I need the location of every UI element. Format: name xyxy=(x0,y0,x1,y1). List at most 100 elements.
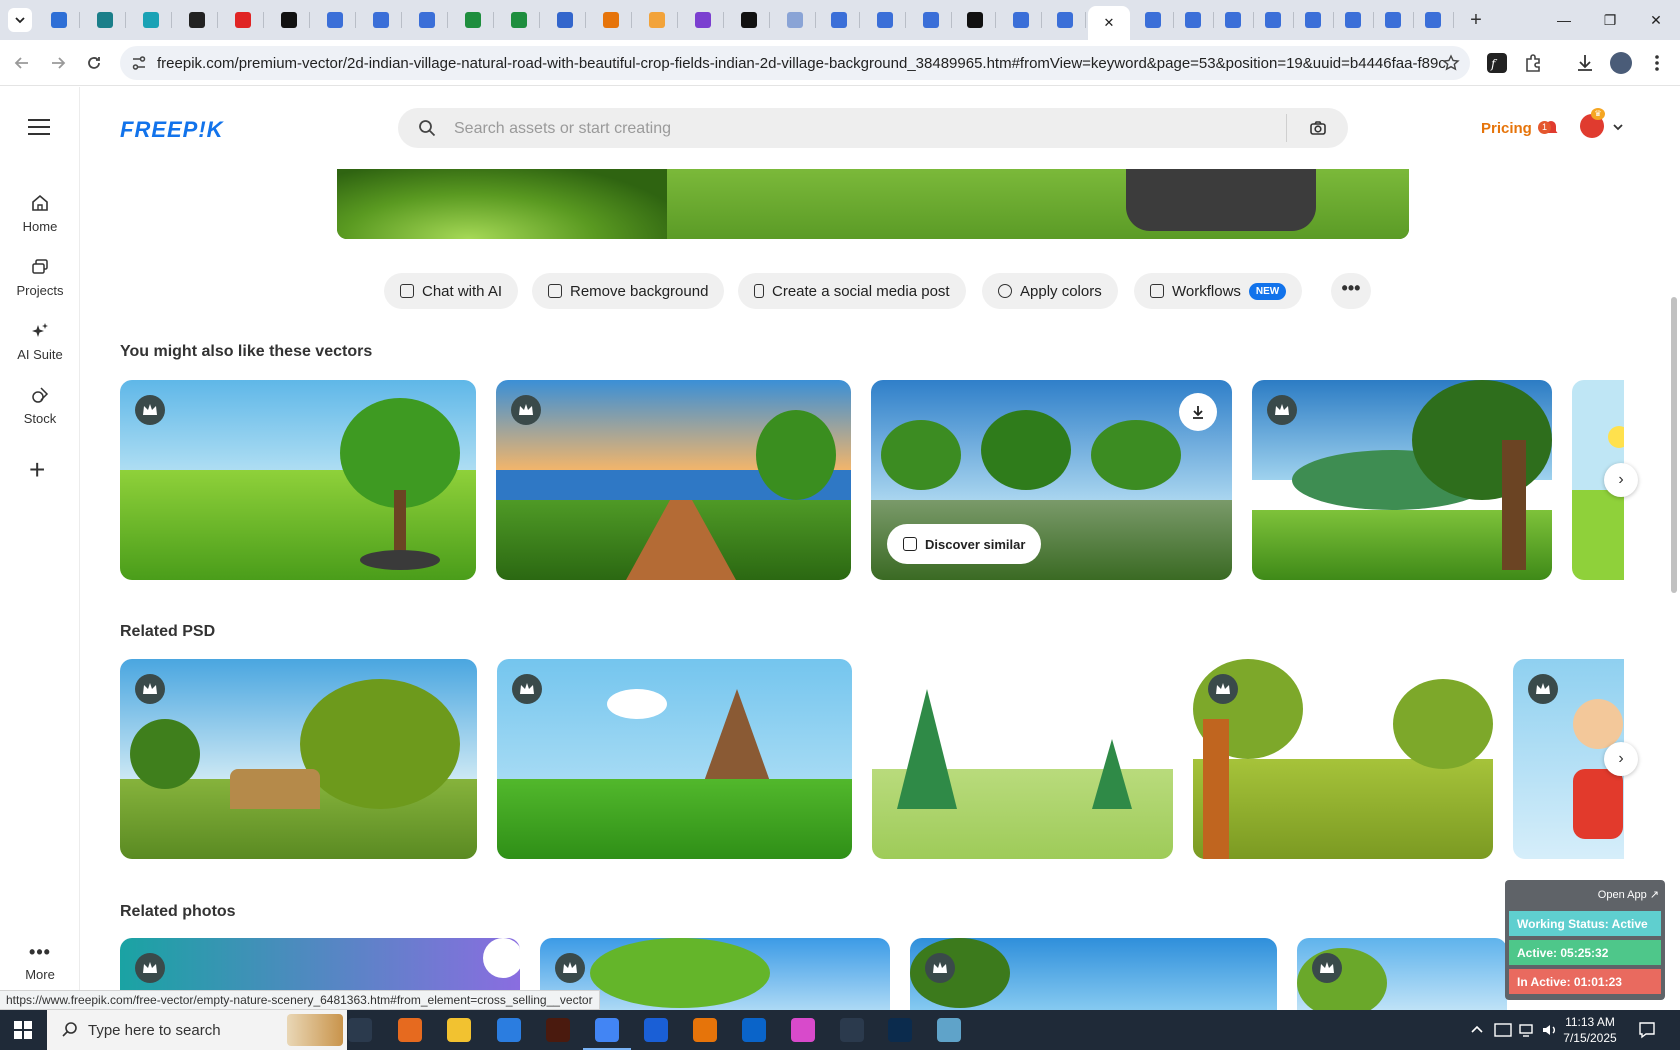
vector-card[interactable]: Discover similar xyxy=(871,380,1232,580)
forward-button[interactable] xyxy=(46,51,70,75)
photoshop-icon[interactable] xyxy=(888,1018,912,1042)
creative-cloud-icon[interactable] xyxy=(791,1018,815,1042)
tab-search-button[interactable] xyxy=(8,8,32,32)
profile-avatar[interactable] xyxy=(1610,52,1632,74)
photo-card[interactable] xyxy=(1297,938,1507,1018)
chevron-up-icon[interactable] xyxy=(1470,1022,1484,1038)
outlook-icon[interactable] xyxy=(742,1018,766,1042)
browser-tab[interactable] xyxy=(314,8,356,32)
browser-tab[interactable] xyxy=(728,8,770,32)
close-tab-icon[interactable]: ✕ xyxy=(1104,15,1115,31)
browser-tab[interactable] xyxy=(1044,8,1086,32)
browser-tab[interactable] xyxy=(1332,8,1374,32)
download-icon[interactable] xyxy=(1574,52,1596,74)
browser-tab[interactable] xyxy=(544,8,586,32)
download-button[interactable] xyxy=(1179,393,1217,431)
search-input[interactable]: Search assets or start creating xyxy=(398,108,1348,148)
firefox-icon[interactable] xyxy=(398,1018,422,1042)
discover-similar-button[interactable]: Discover similar xyxy=(887,524,1042,564)
browser-tab[interactable] xyxy=(682,8,724,32)
user-avatar[interactable]: ♛ xyxy=(1580,108,1605,138)
vector-card[interactable] xyxy=(496,380,851,580)
scrollbar-thumb[interactable] xyxy=(1671,297,1677,593)
restore-button[interactable]: ❐ xyxy=(1590,8,1630,32)
browser-tab[interactable] xyxy=(1292,8,1334,32)
browser-tab[interactable] xyxy=(498,8,540,32)
browser-tab[interactable] xyxy=(1000,8,1042,32)
browser-tab[interactable] xyxy=(864,8,906,32)
vscode-icon[interactable] xyxy=(497,1018,521,1042)
psd-card[interactable] xyxy=(120,659,477,859)
sidebar-item-more[interactable]: ••• More xyxy=(0,943,80,982)
taskbar-search-input[interactable]: Type here to search xyxy=(47,1010,347,1050)
browser-tab[interactable] xyxy=(636,8,678,32)
site-info-icon[interactable] xyxy=(130,54,148,72)
browser-tab[interactable] xyxy=(452,8,494,32)
taskbar-clock[interactable]: 11:13 AM 7/15/2025 xyxy=(1560,1014,1620,1046)
freepik-logo[interactable]: FREEP!K xyxy=(120,117,224,143)
chat-with-ai-button[interactable]: Chat with AI xyxy=(384,273,519,309)
browser-tab[interactable] xyxy=(176,8,218,32)
psd-card[interactable] xyxy=(872,659,1173,859)
sidebar-item-ai-suite[interactable]: AI Suite xyxy=(0,321,80,362)
extension-fx-icon[interactable]: f xyxy=(1486,52,1508,74)
vector-card[interactable] xyxy=(1252,380,1552,580)
vector-card[interactable] xyxy=(120,380,476,580)
sidebar-item-home[interactable]: Home xyxy=(0,193,80,234)
main-preview-image[interactable] xyxy=(337,169,1409,239)
chevron-down-icon[interactable] xyxy=(1612,121,1624,133)
windows-start-icon[interactable] xyxy=(14,1021,32,1039)
browser-tab[interactable] xyxy=(818,8,860,32)
browser-tab[interactable] xyxy=(406,8,448,32)
active-browser-tab[interactable]: ✕ xyxy=(1088,6,1130,40)
browser-tab[interactable] xyxy=(268,8,310,32)
hamburger-menu-button[interactable] xyxy=(28,119,50,137)
browser-tab[interactable] xyxy=(1412,8,1454,32)
back-button[interactable] xyxy=(10,51,34,75)
browser-tab[interactable] xyxy=(1252,8,1294,32)
pricing-link[interactable]: Pricing xyxy=(1481,120,1532,137)
reload-button[interactable] xyxy=(82,51,106,75)
workflows-button[interactable]: Workflows NEW xyxy=(1134,273,1303,309)
sidebar-item-projects[interactable]: Projects xyxy=(0,257,80,298)
illustrator-icon[interactable] xyxy=(546,1018,570,1042)
page-scrollbar[interactable] xyxy=(1668,87,1680,1008)
minimize-button[interactable]: — xyxy=(1544,8,1584,32)
address-bar[interactable]: freepik.com/premium-vector/2d-indian-vil… xyxy=(120,46,1470,80)
browser-tab[interactable] xyxy=(1212,8,1254,32)
browser-tab[interactable] xyxy=(360,8,402,32)
apply-colors-button[interactable]: Apply colors xyxy=(982,273,1118,309)
extensions-puzzle-icon[interactable] xyxy=(1522,52,1544,74)
new-tab-button[interactable]: + xyxy=(1464,8,1488,32)
network-icon[interactable] xyxy=(1518,1022,1536,1038)
psd-card[interactable] xyxy=(497,659,852,859)
psd-card[interactable] xyxy=(1193,659,1493,859)
browser-tab[interactable] xyxy=(590,8,632,32)
create-social-post-button[interactable]: Create a social media post xyxy=(738,273,966,309)
bookmark-star-icon[interactable] xyxy=(1442,54,1460,72)
browser-tab[interactable] xyxy=(954,8,996,32)
app-icon[interactable] xyxy=(693,1018,717,1042)
next-vectors-button[interactable]: › xyxy=(1604,463,1638,497)
remove-background-button[interactable]: Remove background xyxy=(532,273,725,309)
add-icon[interactable]: + xyxy=(29,456,45,484)
volume-icon[interactable] xyxy=(1541,1022,1559,1038)
browser-tab[interactable] xyxy=(1172,8,1214,32)
open-app-link[interactable]: Open App ↗ xyxy=(1598,888,1659,901)
security-icon[interactable] xyxy=(1494,1022,1512,1038)
close-window-button[interactable]: ✕ xyxy=(1636,8,1676,32)
browser-tab[interactable] xyxy=(84,8,126,32)
sidebar-item-stock[interactable]: Stock xyxy=(0,385,80,426)
browser-tab[interactable] xyxy=(1132,8,1174,32)
browser-tab[interactable] xyxy=(38,8,80,32)
task-view-icon[interactable] xyxy=(348,1018,372,1042)
photo-card[interactable] xyxy=(910,938,1277,1018)
notifications-button[interactable]: 1 xyxy=(1538,117,1558,137)
camera-icon[interactable] xyxy=(1309,119,1327,137)
browser-tab[interactable] xyxy=(774,8,816,32)
browser-tab[interactable] xyxy=(130,8,172,32)
pen-tool-icon[interactable] xyxy=(840,1018,864,1042)
zoom-icon[interactable] xyxy=(644,1018,668,1042)
notification-center-icon[interactable] xyxy=(1638,1021,1656,1039)
more-actions-button[interactable]: ••• xyxy=(1331,273,1371,309)
